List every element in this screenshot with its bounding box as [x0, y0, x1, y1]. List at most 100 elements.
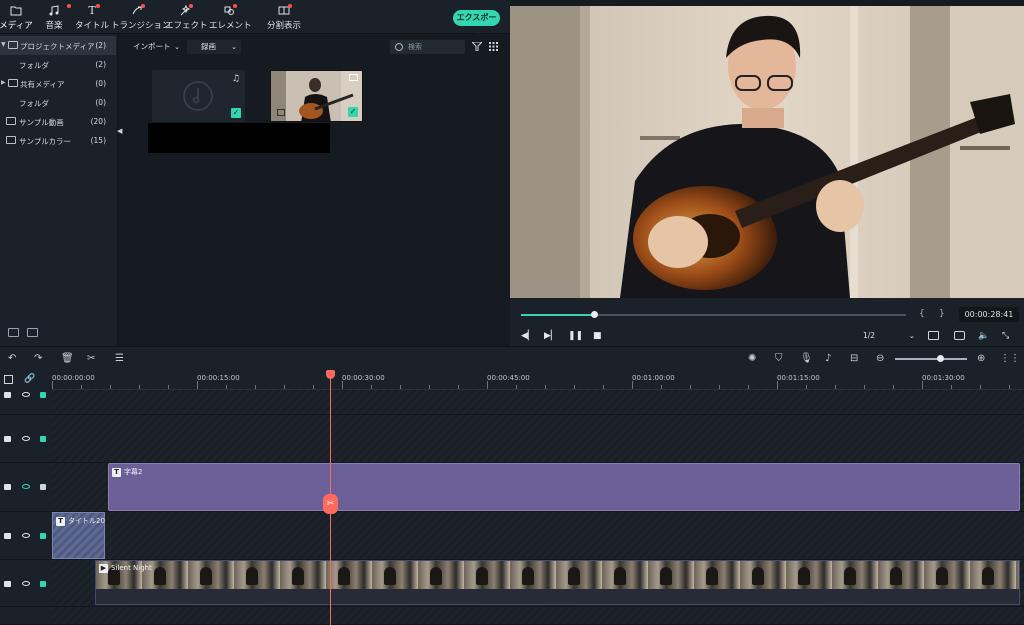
track-header-6	[0, 607, 52, 625]
new-folder-icon[interactable]	[8, 328, 19, 337]
track-play-icon[interactable]	[4, 484, 11, 490]
cut-icon[interactable]: ✂	[87, 353, 95, 364]
timeline-ruler[interactable]: 00:00:00:00 00:00:15:00 00:00:30:00 00:00:4…	[52, 370, 1024, 390]
video-editor-app: メディア 音楽 T タイトル トランジション エフェクト エレメント 分割表示 …	[0, 0, 1024, 625]
tree-item-label: 共有メディア	[20, 80, 65, 89]
audio-mixer-icon[interactable]: ♪	[825, 353, 831, 364]
camera-icon[interactable]	[954, 331, 965, 340]
lock-icon[interactable]	[40, 392, 46, 398]
tab-elements[interactable]: エレメント	[209, 4, 252, 31]
volume-icon[interactable]: 🔈	[978, 331, 989, 341]
link-icon[interactable]: 🔗	[24, 374, 35, 384]
playhead-handle[interactable]	[326, 370, 335, 379]
film-icon	[349, 74, 358, 81]
tab-music[interactable]: 音楽	[40, 4, 71, 31]
subtitle-icon[interactable]: ⊟	[850, 353, 858, 364]
collapse-panel-icon[interactable]: ◀	[117, 127, 122, 135]
tab-title[interactable]: T タイトル	[74, 4, 110, 31]
ruler-tick	[835, 385, 836, 389]
shield-icon[interactable]: ⛉	[775, 353, 783, 364]
eye-icon[interactable]	[22, 533, 30, 538]
track-play-icon[interactable]	[4, 392, 11, 398]
title-clip[interactable]: T タイトル20	[52, 512, 105, 559]
tab-split-screen[interactable]: 分割表示	[267, 4, 301, 31]
grid-view-icon[interactable]	[489, 42, 498, 51]
zoom-knob[interactable]	[937, 355, 944, 362]
undo-icon[interactable]: ↶	[8, 353, 16, 364]
unlock-icon[interactable]	[40, 484, 46, 490]
image-icon	[277, 109, 285, 116]
microphone-icon[interactable]: 🎙	[800, 353, 813, 364]
zoom-out-icon[interactable]: ⊖	[876, 353, 884, 364]
pause-icon[interactable]: ❚❚	[568, 331, 583, 341]
play-frame-icon[interactable]: ▶▏	[544, 331, 558, 341]
playhead-knob[interactable]	[591, 311, 599, 318]
tab-transition[interactable]: トランジション	[111, 4, 171, 31]
track-lane-2[interactable]	[52, 415, 1024, 463]
fullscreen-icon[interactable]: ⤡	[1002, 331, 1009, 341]
track-lane-4[interactable]	[52, 512, 1024, 560]
record-dropdown[interactable]: 録画 ⌄	[187, 40, 241, 54]
ruler-tick	[371, 385, 372, 389]
search-input[interactable]: 検索	[390, 40, 465, 54]
media-thumb-audio[interactable]: ♫ ✓	[152, 70, 245, 122]
playback-progress[interactable]	[521, 311, 906, 318]
redo-icon[interactable]: ↷	[34, 353, 42, 364]
search-placeholder: 検索	[408, 43, 422, 51]
lock-icon[interactable]	[40, 436, 46, 442]
track-play-icon[interactable]	[4, 436, 11, 442]
music-note-icon: ♫	[231, 74, 240, 84]
add-track-icon[interactable]	[4, 375, 13, 384]
mark-in-icon[interactable]: {	[919, 309, 925, 319]
eye-icon[interactable]	[22, 581, 30, 586]
tree-item-project-media[interactable]: ▼ プロジェクトメディア (2)	[0, 36, 116, 55]
media-thumb-video[interactable]: ✓	[270, 70, 363, 122]
tree-item-count: (2)	[95, 41, 106, 50]
stop-icon[interactable]: ■	[593, 331, 602, 341]
video-clip[interactable]: ▶ Silent Night	[95, 560, 1020, 605]
filter-icon[interactable]	[472, 42, 482, 51]
video-filmstrip	[96, 561, 1019, 589]
zoom-in-icon[interactable]: ⊕	[977, 353, 985, 364]
eye-icon[interactable]	[22, 392, 30, 397]
adjust-icon[interactable]: ☰	[115, 353, 124, 364]
preview-quality-dropdown[interactable]: 1/2 ⌄	[863, 330, 915, 342]
lock-icon[interactable]	[40, 581, 46, 587]
subtitle-clip[interactable]: T 字幕2	[108, 463, 1020, 511]
track-lane-1[interactable]	[52, 390, 1024, 415]
track-lane-6[interactable]	[52, 607, 1024, 625]
export-button[interactable]: エクスポート	[453, 10, 500, 38]
track-play-icon[interactable]	[4, 581, 11, 587]
filmstrip-frame	[430, 567, 442, 585]
eye-hidden-icon[interactable]	[22, 484, 30, 489]
ruler-tick	[545, 385, 546, 389]
tab-effects[interactable]: エフェクト	[165, 4, 208, 31]
video-clip-name: Silent Night	[111, 564, 152, 572]
eye-icon[interactable]	[22, 436, 30, 441]
tree-item-shared-media[interactable]: ▶ 共有メディア (0)	[0, 74, 116, 93]
tab-media[interactable]: メディア	[0, 5, 36, 31]
delete-icon[interactable]: 🗑	[61, 353, 74, 364]
display-settings-icon[interactable]	[928, 331, 939, 340]
render-icon[interactable]: ✺	[748, 353, 756, 364]
lock-icon[interactable]	[40, 533, 46, 539]
transition-icon	[111, 4, 163, 17]
tree-item-shared-folder[interactable]: フォルダ (0)	[0, 93, 116, 112]
track-play-icon[interactable]	[4, 533, 11, 539]
ruler-tick	[922, 381, 923, 389]
panel-options-icon[interactable]: ⋮⋮	[1000, 353, 1020, 364]
ruler-tick	[110, 385, 111, 389]
filmstrip-frame	[384, 567, 396, 585]
add-folder-icon[interactable]	[27, 328, 38, 337]
tree-item-label: フォルダ	[19, 61, 49, 70]
import-dropdown[interactable]: インポート ⌄	[127, 40, 184, 54]
video-icon: ▶	[99, 564, 108, 573]
tree-item-sample-color[interactable]: サンプルカラー (15)	[0, 131, 116, 150]
tree-item-sample-video[interactable]: サンプル動画 (20)	[0, 112, 116, 131]
step-back-icon[interactable]: ◀▏	[521, 331, 535, 341]
split-scissors-icon[interactable]: ✂	[323, 494, 338, 514]
zoom-slider[interactable]	[895, 355, 967, 362]
tree-item-folder[interactable]: フォルダ (2)	[0, 55, 116, 74]
mark-out-icon[interactable]: }	[939, 309, 945, 319]
filmstrip-frame	[476, 567, 488, 585]
